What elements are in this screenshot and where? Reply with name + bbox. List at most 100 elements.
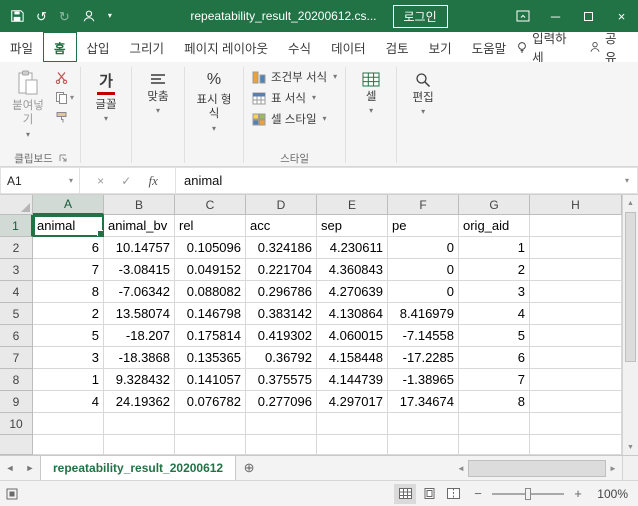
cell-E7[interactable]: 4.158448	[317, 347, 388, 369]
zoom-slider-thumb[interactable]	[525, 487, 531, 500]
cell-A6[interactable]: 5	[33, 325, 104, 347]
column-header-C[interactable]: C	[175, 195, 246, 215]
format-as-table-button[interactable]: 표 서식 ▾	[249, 89, 340, 107]
cell-B6[interactable]: -18.207	[104, 325, 175, 347]
horizontal-scrollbar-thumb[interactable]	[468, 459, 606, 477]
cell-C1[interactable]: rel	[175, 215, 246, 237]
cell-A2[interactable]: 6	[33, 237, 104, 259]
row-header-8[interactable]: 8	[0, 369, 33, 391]
column-header-D[interactable]: D	[246, 195, 317, 215]
close-button[interactable]: ×	[605, 0, 638, 32]
cancel-icon[interactable]: ×	[97, 174, 104, 188]
cell-E5[interactable]: 4.130864	[317, 303, 388, 325]
cell-A10[interactable]	[33, 413, 104, 435]
editing-button[interactable]: 편집 ▾	[400, 65, 446, 165]
row-header-4[interactable]: 4	[0, 281, 33, 303]
tab-review[interactable]: 검토	[376, 32, 419, 62]
cell-H2[interactable]	[530, 237, 622, 259]
ribbon-display-options-icon[interactable]	[506, 0, 539, 32]
sheet-tab-active[interactable]: repeatability_result_20200612	[40, 456, 237, 480]
tell-me-box[interactable]: 입력하세	[516, 28, 575, 66]
cell-G9[interactable]: 8	[459, 391, 530, 413]
cell-C4[interactable]: 0.088082	[175, 281, 246, 303]
cell-G3[interactable]: 2	[459, 259, 530, 281]
cell-E3[interactable]: 4.360843	[317, 259, 388, 281]
cell-C10[interactable]	[175, 413, 246, 435]
cell-A1[interactable]: animal	[33, 215, 104, 237]
tab-home[interactable]: 홈	[43, 32, 77, 62]
column-header-A[interactable]: A	[33, 195, 104, 215]
cell-F7[interactable]: -17.2285	[388, 347, 459, 369]
cell-E9[interactable]: 4.297017	[317, 391, 388, 413]
column-header-H[interactable]: H	[530, 195, 622, 215]
cell-E10[interactable]	[317, 413, 388, 435]
enter-icon[interactable]: ✓	[121, 174, 131, 188]
page-layout-view-button[interactable]	[418, 484, 440, 504]
cell-B10[interactable]	[104, 413, 175, 435]
user-account-icon[interactable]	[82, 9, 96, 23]
format-painter-button[interactable]	[55, 111, 74, 124]
cell-E11[interactable]	[317, 435, 388, 455]
cell-D11[interactable]	[246, 435, 317, 455]
zoom-slider[interactable]	[492, 487, 564, 501]
sheet-nav-left-icon[interactable]: ◄	[0, 456, 20, 480]
cell-H6[interactable]	[530, 325, 622, 347]
cell-D4[interactable]: 0.296786	[246, 281, 317, 303]
row-header-9[interactable]: 9	[0, 391, 33, 413]
cell-F10[interactable]	[388, 413, 459, 435]
zoom-in-button[interactable]: +	[572, 486, 584, 501]
name-box[interactable]: A1 ▾	[0, 167, 80, 194]
share-button[interactable]: 공유	[589, 28, 626, 66]
tab-help[interactable]: 도움말	[462, 32, 517, 62]
scroll-down-icon[interactable]: ▼	[623, 439, 638, 455]
row-header-partial[interactable]	[0, 435, 33, 455]
cell-C6[interactable]: 0.175814	[175, 325, 246, 347]
cell-A9[interactable]: 4	[33, 391, 104, 413]
cell-H1[interactable]	[530, 215, 622, 237]
row-header-5[interactable]: 5	[0, 303, 33, 325]
cell-C3[interactable]: 0.049152	[175, 259, 246, 281]
cell-E2[interactable]: 4.230611	[317, 237, 388, 259]
cell-C11[interactable]	[175, 435, 246, 455]
cell-F4[interactable]: 0	[388, 281, 459, 303]
macro-record-icon[interactable]	[6, 488, 18, 500]
horizontal-scrollbar[interactable]: ◄ ►	[452, 456, 622, 480]
cell-D10[interactable]	[246, 413, 317, 435]
hscroll-left-icon[interactable]: ◄	[454, 464, 468, 473]
cell-G7[interactable]: 6	[459, 347, 530, 369]
tab-formulas[interactable]: 수식	[278, 32, 321, 62]
clipboard-dialog-launcher-icon[interactable]	[59, 154, 67, 162]
cell-A11[interactable]	[33, 435, 104, 455]
cell-H9[interactable]	[530, 391, 622, 413]
cell-G10[interactable]	[459, 413, 530, 435]
cell-B7[interactable]: -18.3868	[104, 347, 175, 369]
cell-styles-button[interactable]: 셀 스타일 ▾	[249, 110, 340, 128]
formula-input[interactable]: animal ▾	[176, 167, 638, 194]
cell-B2[interactable]: 10.14757	[104, 237, 175, 259]
insert-function-button[interactable]: fx	[148, 173, 157, 189]
formula-bar-expand-icon[interactable]: ▾	[625, 176, 629, 185]
redo-icon[interactable]: ↻	[59, 10, 70, 23]
row-header-7[interactable]: 7	[0, 347, 33, 369]
cell-G6[interactable]: 5	[459, 325, 530, 347]
vertical-scrollbar[interactable]: ▲ ▼	[622, 195, 638, 455]
zoom-level[interactable]: 100%	[592, 487, 628, 501]
copy-button[interactable]: ▾	[55, 91, 74, 104]
cell-B9[interactable]: 24.19362	[104, 391, 175, 413]
cell-E1[interactable]: sep	[317, 215, 388, 237]
sheet-nav-right-icon[interactable]: ►	[20, 456, 40, 480]
conditional-formatting-button[interactable]: 조건부 서식 ▾	[249, 68, 340, 86]
tab-file[interactable]: 파일	[0, 32, 43, 62]
login-button[interactable]: 로그인	[392, 4, 448, 28]
column-header-E[interactable]: E	[317, 195, 388, 215]
paste-button[interactable]: 붙여넣기 ▾	[4, 65, 52, 149]
cell-H10[interactable]	[530, 413, 622, 435]
row-header-2[interactable]: 2	[0, 237, 33, 259]
cell-G11[interactable]	[459, 435, 530, 455]
row-header-10[interactable]: 10	[0, 413, 33, 435]
number-format-button[interactable]: % 표시 형식 ▾	[188, 65, 240, 165]
restore-button[interactable]	[572, 0, 605, 32]
cell-B3[interactable]: -3.08415	[104, 259, 175, 281]
tab-insert[interactable]: 삽입	[77, 32, 120, 62]
cell-D8[interactable]: 0.375575	[246, 369, 317, 391]
